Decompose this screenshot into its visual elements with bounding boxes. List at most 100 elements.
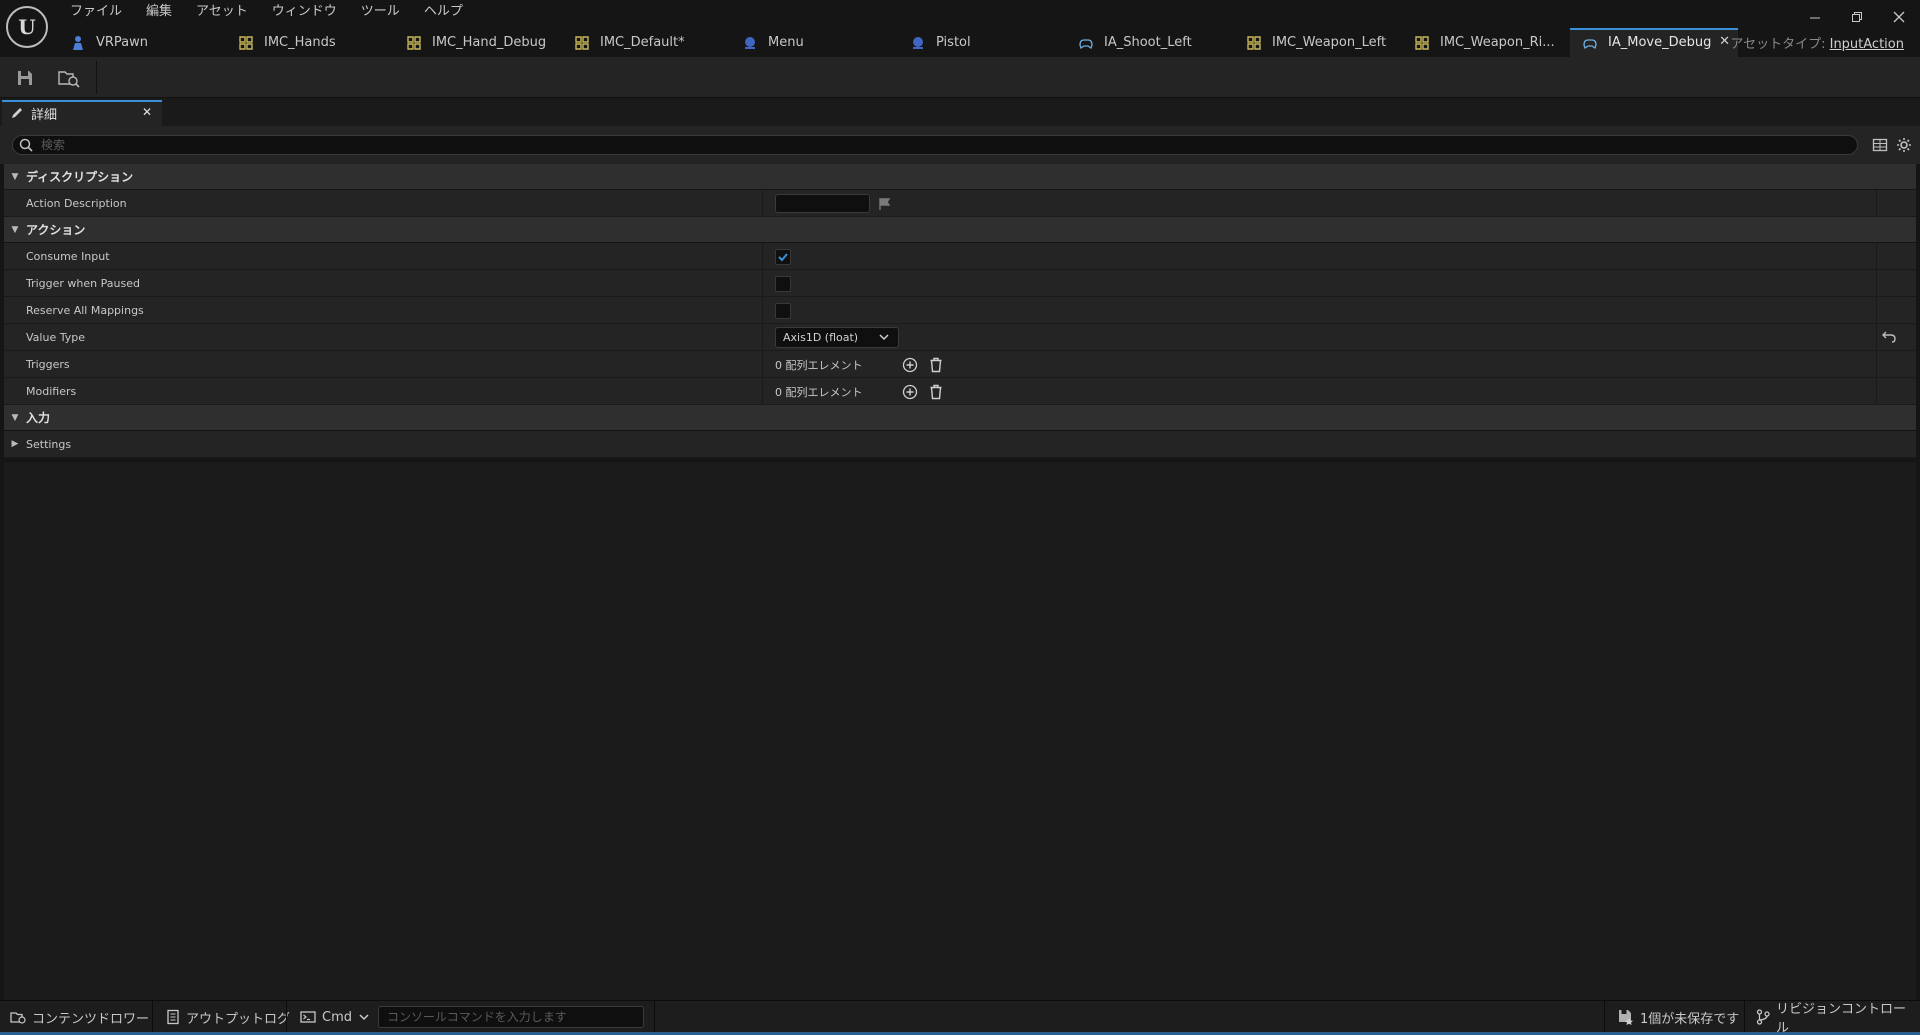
- details-search-box[interactable]: [12, 135, 1858, 155]
- tab-pistol[interactable]: Pistol: [898, 28, 1066, 57]
- prop-label: Trigger when Paused: [26, 276, 140, 290]
- mapping-context-icon: [574, 35, 590, 51]
- clear-elements-button[interactable]: [927, 383, 945, 401]
- unreal-logo-icon[interactable]: U: [6, 6, 48, 48]
- prop-settings[interactable]: ▶ Settings: [4, 431, 1916, 458]
- mapping-context-icon: [1246, 35, 1262, 51]
- menu-file[interactable]: ファイル: [58, 1, 134, 23]
- tab-ia-shoot-left[interactable]: IA_Shoot_Left: [1066, 28, 1234, 57]
- menu-help[interactable]: ヘルプ: [412, 1, 475, 23]
- prop-modifiers: Modifiers 0 配列エレメント: [4, 378, 1916, 405]
- column-splitter[interactable]: [762, 297, 763, 323]
- close-window-button[interactable]: [1878, 4, 1920, 30]
- tab-imc-hands[interactable]: IMC_Hands: [226, 28, 394, 57]
- expand-arrow-icon: ▼: [11, 171, 19, 182]
- add-element-button[interactable]: [901, 356, 919, 374]
- details-empty-area: [4, 462, 1916, 1000]
- revision-control-button[interactable]: リビジョンコントロール: [1746, 1001, 1920, 1035]
- category-action[interactable]: ▼ アクション: [4, 217, 1916, 243]
- tab-label: IMC_Hands: [264, 35, 336, 50]
- menu-window[interactable]: ウィンドウ: [260, 1, 349, 23]
- mapping-context-icon: [238, 35, 254, 51]
- prop-value: [775, 297, 791, 324]
- minimize-button[interactable]: [1794, 4, 1836, 30]
- details-search-row: [0, 126, 1920, 164]
- output-log-icon: [166, 1009, 180, 1025]
- column-splitter[interactable]: [762, 190, 763, 216]
- cmd-selector[interactable]: Cmd: [290, 1001, 380, 1033]
- prop-consume-input: Consume Input: [4, 243, 1916, 270]
- dropdown-value: Axis1D (float): [783, 331, 859, 344]
- details-property-grid: ▼ ディスクリプション Action Description ▼ アクション C…: [4, 164, 1916, 458]
- reserve-all-mappings-checkbox[interactable]: [775, 302, 791, 319]
- tab-label: IA_Shoot_Left: [1104, 35, 1192, 50]
- menu-asset[interactable]: アセット: [184, 1, 260, 23]
- tab-label: IMC_Weapon_Left: [1272, 35, 1387, 50]
- unsaved-save-icon: [1618, 1009, 1634, 1025]
- browse-to-asset-button[interactable]: [56, 65, 82, 91]
- flag-icon[interactable]: [878, 197, 892, 211]
- tab-imc-weapon-left[interactable]: IMC_Weapon_Left: [1234, 28, 1402, 57]
- tab-imc-weapon-right[interactable]: IMC_Weapon_Ri...: [1402, 28, 1570, 57]
- output-log-button[interactable]: アウトプットログ: [156, 1001, 300, 1033]
- value-type-dropdown[interactable]: Axis1D (float): [775, 327, 899, 348]
- column-splitter: [1876, 243, 1877, 269]
- column-splitter[interactable]: [762, 324, 763, 350]
- array-count: 0 配列エレメント: [775, 385, 863, 399]
- gear-icon[interactable]: [1896, 137, 1912, 153]
- trigger-when-paused-checkbox[interactable]: [775, 275, 791, 292]
- category-description[interactable]: ▼ ディスクリプション: [4, 164, 1916, 190]
- consume-input-checkbox[interactable]: [775, 248, 791, 265]
- statusbar-separator: [654, 1001, 655, 1033]
- title-bar: U ファイル 編集 アセット ウィンドウ ツール ヘルプ VRPawn IMC_…: [0, 0, 1920, 57]
- column-splitter[interactable]: [762, 243, 763, 269]
- console-command-box[interactable]: [378, 1006, 644, 1028]
- statusbar-separator: [1604, 1001, 1605, 1033]
- column-splitter[interactable]: [762, 378, 763, 404]
- column-splitter: [1876, 297, 1877, 323]
- save-button[interactable]: [12, 65, 38, 91]
- asset-type-link[interactable]: InputAction: [1830, 37, 1904, 52]
- action-description-input[interactable]: [775, 194, 870, 213]
- plus-circle-icon: [902, 357, 918, 372]
- console-command-input[interactable]: [379, 1007, 643, 1027]
- table-view-icon[interactable]: [1872, 137, 1888, 153]
- tab-imc-hand-debug[interactable]: IMC_Hand_Debug: [394, 28, 562, 57]
- column-splitter[interactable]: [762, 270, 763, 296]
- statusbar-separator: [286, 1001, 287, 1033]
- tab-label: IMC_Default*: [600, 35, 685, 50]
- prop-label: Settings: [26, 437, 72, 451]
- collapsed-arrow-icon[interactable]: ▶: [4, 439, 26, 449]
- column-splitter[interactable]: [762, 351, 763, 377]
- category-input[interactable]: ▼ 入力: [4, 405, 1916, 431]
- restore-icon: [1852, 12, 1862, 22]
- restore-button[interactable]: [1836, 4, 1878, 30]
- details-tab[interactable]: 詳細 ✕: [2, 100, 162, 126]
- prop-label-wrap: ▶ Settings: [4, 438, 762, 451]
- tab-label: IA_Move_Debug: [1608, 35, 1712, 50]
- toolbar-separator: [96, 61, 97, 94]
- unsaved-assets-button[interactable]: 1個が未保存です: [1608, 1001, 1749, 1033]
- prop-triggers: Triggers 0 配列エレメント: [4, 351, 1916, 378]
- chevron-down-icon: [879, 334, 889, 341]
- content-drawer-button[interactable]: コンテンツドロワー: [0, 1001, 159, 1033]
- menu-edit[interactable]: 編集: [134, 1, 184, 23]
- tab-vrpawn[interactable]: VRPawn: [58, 28, 226, 57]
- asset-type-label: アセットタイプ:: [1730, 37, 1826, 52]
- category-title: アクション: [26, 223, 86, 237]
- clear-elements-button[interactable]: [927, 356, 945, 374]
- reset-to-default-icon[interactable]: [1882, 329, 1896, 343]
- menu-tools[interactable]: ツール: [349, 1, 412, 23]
- terminal-icon: [300, 1010, 316, 1024]
- chevron-down-icon: [359, 1014, 369, 1021]
- close-details-icon[interactable]: ✕: [142, 105, 152, 119]
- plus-circle-icon: [902, 384, 918, 399]
- tab-ia-move-debug[interactable]: IA_Move_Debug ✕: [1570, 28, 1738, 57]
- prop-value: 0 配列エレメント: [775, 351, 953, 378]
- add-element-button[interactable]: [901, 383, 919, 401]
- close-tab-icon[interactable]: ✕: [1719, 34, 1730, 49]
- tab-imc-default[interactable]: IMC_Default*: [562, 28, 730, 57]
- content-drawer-label: コンテンツドロワー: [32, 1011, 150, 1027]
- tab-menu[interactable]: Menu: [730, 28, 898, 57]
- search-input[interactable]: [41, 138, 1741, 152]
